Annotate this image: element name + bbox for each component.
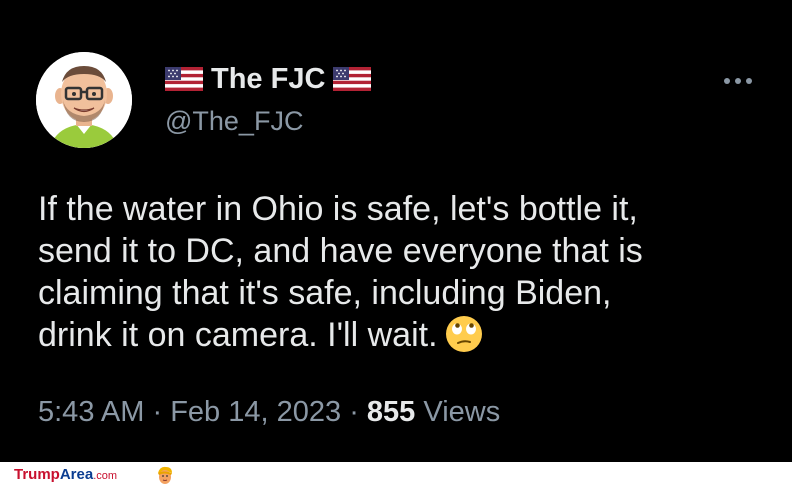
tweet-card: The FJC @The_FJC If the water in Ohio is… <box>0 0 792 462</box>
site-brand[interactable]: TrumpArea.com <box>14 466 117 485</box>
tweet-text-line: send it to DC, and have everyone that is <box>38 232 643 270</box>
watermark-footer: TrumpArea.com <box>0 462 792 487</box>
tweet-text-line: drink it on camera. I'll wait. <box>38 316 438 354</box>
tweet-text-line: claiming that it's safe, including Biden… <box>38 274 612 312</box>
meta-separator: · <box>152 396 163 428</box>
tweet-time[interactable]: 5:43 AM <box>38 396 144 428</box>
brand-part-area: Area <box>59 466 94 483</box>
tweet-date[interactable]: Feb 14, 2023 <box>170 396 341 428</box>
meta-separator: · <box>349 396 359 428</box>
user-handle[interactable]: @The_FJC <box>165 105 303 137</box>
us-flag-icon <box>165 67 203 91</box>
tweet-text-line: If the water in Ohio is safe, let's bott… <box>38 190 638 228</box>
views-label: Views <box>423 396 501 428</box>
tweet-text: If the water in Ohio is safe, let's bott… <box>38 188 758 356</box>
views-count: 855 <box>366 396 416 428</box>
bitmoji-avatar-icon <box>36 52 132 148</box>
face-with-rolling-eyes-emoji <box>445 316 482 352</box>
avatar[interactable] <box>36 52 132 148</box>
us-flag-icon <box>333 67 372 91</box>
tweet-meta: 5:43 AM · Feb 14, 2023 · 855 Views <box>38 394 500 430</box>
display-name[interactable]: The FJC <box>211 62 325 96</box>
tweet-text-line-last: drink it on camera. I'll wait. <box>38 314 758 356</box>
author-name-row[interactable]: The FJC <box>165 62 372 96</box>
ellipsis-icon[interactable] <box>722 75 754 87</box>
brand-part-trump: Trump <box>14 466 60 483</box>
brand-suffix: .com <box>93 470 118 482</box>
trump-face-icon <box>158 466 172 484</box>
